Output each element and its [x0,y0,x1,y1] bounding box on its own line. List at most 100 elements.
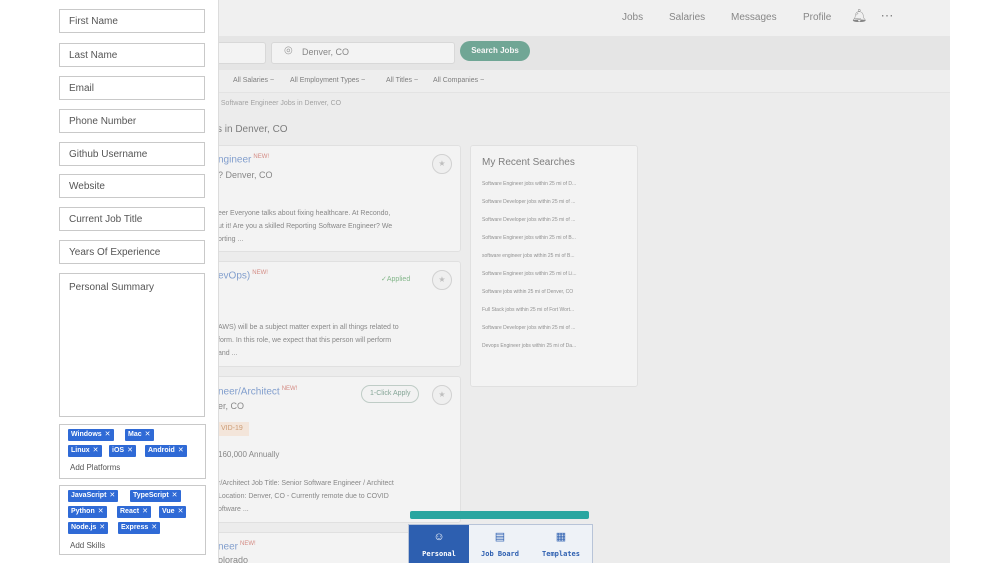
recent-search-item[interactable]: software engineer jobs within 25 mi of B… [482,253,632,259]
platform-chip[interactable]: iOS ✕ [109,445,136,457]
tab-personal[interactable]: ☺ Personal [409,525,469,563]
more-icon[interactable]: ⋯ [879,8,895,24]
save-job-star-icon[interactable]: ★ [432,385,452,405]
years-experience-field[interactable] [59,240,205,264]
platform-chip[interactable]: Windows ✕ [68,429,114,441]
job-location: ? Denver, CO [218,170,273,180]
recent-search-item[interactable]: Software Developer jobs within 25 mi of … [482,217,632,223]
bell-icon[interactable]: 🔔︎ [851,8,868,24]
extension-tab-bar: ☺ Personal ▤ Job Board ▦ Templates [408,524,593,563]
platform-chip[interactable]: Android ✕ [145,445,187,457]
platforms-chip-input[interactable]: Windows ✕ Mac ✕ Linux ✕ iOS ✕ Android ✕ Add P… [59,424,206,479]
email-field[interactable] [59,76,205,100]
filter-titles[interactable]: All Titles ~ [386,77,418,84]
tab-job-board[interactable]: ▤ Job Board [470,525,530,563]
nav-profile-link[interactable]: Profile [803,12,831,23]
remove-chip-icon[interactable]: ✕ [99,524,105,531]
recent-searches-panel: My Recent Searches Software Engineer job… [470,145,638,387]
person-icon: ☺ [433,531,445,543]
last-name-field[interactable] [59,43,205,67]
platform-chip[interactable]: Mac ✕ [125,429,154,441]
search-jobs-button[interactable]: Search Jobs [460,41,530,61]
add-skills-input[interactable]: Add Skills [70,541,105,550]
github-username-field[interactable] [59,142,205,166]
job-title-link[interactable]: neer NEW! [218,541,256,552]
job-title-link[interactable]: neer/Architect NEW! [218,386,297,397]
template-icon: ▦ [555,531,567,543]
recent-searches-title: My Recent Searches [482,157,575,168]
skill-chip[interactable]: TypeScript ✕ [130,490,181,502]
new-badge: NEW! [281,386,298,392]
recent-search-item[interactable]: Software Engineer jobs within 25 mi of B… [482,235,632,241]
job-title-link[interactable]: evOps) NEW! [218,270,268,281]
skill-chip[interactable]: JavaScript ✕ [68,490,119,502]
skill-chip[interactable]: Node.js ✕ [68,522,109,534]
breadcrumb: / Software Engineer Jobs in Denver, CO [217,100,342,107]
save-job-star-icon[interactable]: ★ [432,270,452,290]
filter-salaries[interactable]: All Salaries ~ [233,77,274,84]
tab-templates[interactable]: ▦ Templates [531,525,591,563]
job-card[interactable]: ngineer NEW! ? Denver, CO eer Everyone ta… [214,145,461,252]
job-snippet: AWS) will be a subject matter expert in … [218,324,399,357]
personal-summary-field[interactable] [59,273,205,417]
current-job-title-field[interactable] [59,207,205,231]
skill-chip[interactable]: Python ✕ [68,506,107,518]
remove-chip-icon[interactable]: ✕ [142,508,148,515]
remove-chip-icon[interactable]: ✕ [105,431,111,438]
new-badge: NEW! [253,154,270,160]
skills-chip-input[interactable]: JavaScript ✕ TypeScript ✕ Python ✕ React ✕ V… [59,485,206,555]
phone-field[interactable] [59,109,205,133]
job-location: olorado [218,555,249,563]
recent-search-item[interactable]: Software jobs within 25 mi of Denver, CO [482,289,632,295]
platform-chip[interactable]: Linux ✕ [68,445,102,457]
add-platforms-input[interactable]: Add Platforms [70,463,120,472]
filter-employment-types[interactable]: All Employment Types ~ [290,77,365,84]
skill-chip[interactable]: Express ✕ [118,522,161,534]
new-badge: NEW! [240,541,256,547]
skill-chip[interactable]: Vue ✕ [159,506,187,518]
skill-chip[interactable]: React ✕ [117,506,151,518]
nav-jobs-link[interactable]: Jobs [622,12,643,23]
job-location: er, CO [218,401,245,411]
nav-messages-link[interactable]: Messages [731,12,777,23]
new-badge: NEW! [252,270,268,276]
one-click-apply-button[interactable]: 1-Click Apply [361,385,420,403]
remove-chip-icon[interactable]: ✕ [109,492,115,499]
recent-search-item[interactable]: Full Stack jobs within 25 mi of Fort Wor… [482,307,632,313]
remove-chip-icon[interactable]: ✕ [145,431,151,438]
tab-job-board-label: Job Board [481,550,519,558]
tab-templates-label: Templates [542,550,580,558]
save-job-star-icon[interactable]: ★ [432,154,452,174]
chat-icon: ▤ [494,531,506,543]
nav-salaries-link[interactable]: Salaries [669,12,705,23]
job-salary: 160,000 Annually [218,450,280,459]
job-snippet: eer Everyone talks about fixing healthca… [218,210,393,243]
job-card[interactable]: neer/Architect NEW! er, CO 1-Click Apply … [214,376,461,523]
remove-chip-icon[interactable]: ✕ [178,508,184,515]
remove-chip-icon[interactable]: ✕ [98,508,104,515]
recent-search-item[interactable]: Software Developer jobs within 25 mi of … [482,325,632,331]
remove-chip-icon[interactable]: ✕ [93,447,99,454]
location-pin-icon: ◎ [284,45,293,56]
job-card[interactable]: evOps) NEW! ✓Applied AWS) will be a subje… [214,261,461,367]
results-title: s in Denver, CO [217,124,288,135]
recent-search-item[interactable]: Software Developer jobs within 25 mi of … [482,199,632,205]
recent-search-item[interactable]: Software Engineer jobs within 25 mi of D… [482,181,632,187]
location-value: Denver, CO [302,47,350,57]
job-title-link[interactable]: ngineer NEW! [218,154,269,165]
personal-info-panel: Windows✕ Mac✕ Linux✕ iOS✕ Android✕ Add P… [49,0,219,563]
first-name-field[interactable] [59,9,205,33]
extension-progress-bar [410,511,589,519]
remove-chip-icon[interactable]: ✕ [127,447,133,454]
remove-chip-icon[interactable]: ✕ [172,492,178,499]
remove-chip-icon[interactable]: ✕ [151,524,157,531]
screen-canvas: Jobs Salaries Messages Profile 🔔︎ ⋯ ◎ De… [49,0,950,563]
filter-companies[interactable]: All Companies ~ [433,77,484,84]
website-field[interactable] [59,174,205,198]
recent-search-item[interactable]: Devops Engineer jobs within 25 mi of Da.… [482,343,632,349]
recent-search-item[interactable]: Software Engineer jobs within 25 mi of L… [482,271,632,277]
remove-chip-icon[interactable]: ✕ [178,447,184,454]
tab-personal-label: Personal [422,550,456,558]
applied-status: ✓Applied [381,276,411,283]
location-search-input[interactable]: ◎ Denver, CO [271,42,455,64]
